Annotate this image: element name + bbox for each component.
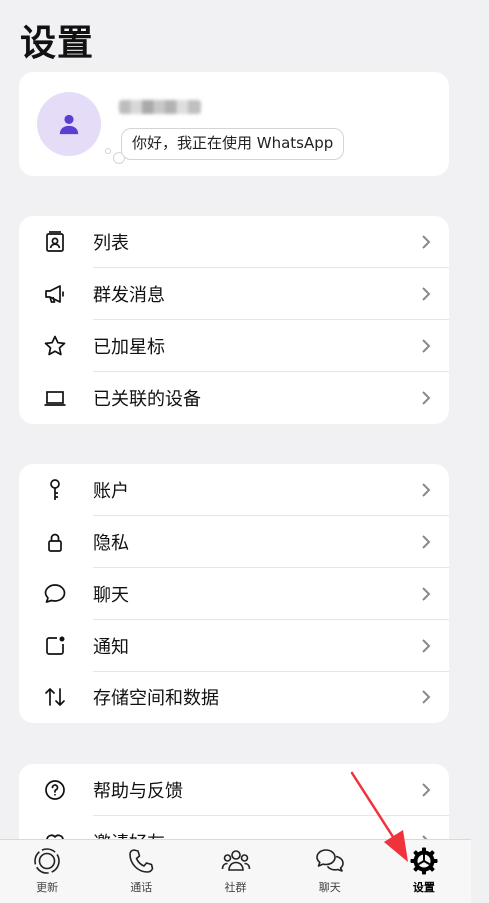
profile-card[interactable]: 你好，我正在使用 WhatsApp [19, 72, 449, 176]
storage-arrows-icon [45, 688, 65, 706]
community-icon [221, 850, 250, 871]
chevron-right-icon [422, 639, 431, 653]
tab-updates[interactable]: 更新 [0, 840, 94, 903]
settings-item-label: 帮助与反馈 [93, 781, 183, 802]
chevron-right-icon [422, 235, 431, 249]
page-title: 设置 [20, 23, 95, 64]
chats-icon [315, 849, 344, 872]
settings-item-label: 已加星标 [93, 337, 165, 358]
profile-name-blurred [119, 100, 201, 114]
settings-item-notifications[interactable]: 通知 [19, 620, 449, 672]
chat-bubble-icon [44, 584, 66, 603]
laptop-icon [44, 391, 66, 406]
chevron-right-icon [422, 690, 431, 704]
settings-item-label: 通知 [93, 637, 129, 658]
settings-item-label: 群发消息 [93, 285, 165, 306]
thought-dot-small [105, 148, 111, 154]
key-icon [50, 479, 60, 500]
lock-icon [48, 533, 62, 552]
bottom-tab-bar: 更新 通话 社群 聊天 设置 [0, 839, 471, 903]
avatar[interactable] [37, 92, 101, 156]
tab-communities[interactable]: 社群 [188, 840, 282, 903]
tab-label: 社群 [224, 881, 247, 894]
notification-icon [46, 636, 65, 655]
help-icon [45, 780, 65, 800]
chevron-right-icon [422, 535, 431, 549]
megaphone-icon [45, 285, 64, 303]
settings-group-1: 列表 群发消息 已加星标 已关联的设备 [19, 216, 449, 424]
settings-item-starred[interactable]: 已加星标 [19, 320, 449, 372]
settings-group-2: 账户 隐私 聊天 通知 存储空间和数据 [19, 464, 449, 723]
star-icon [44, 335, 66, 356]
settings-item-label: 聊天 [93, 585, 129, 606]
tab-settings[interactable]: 设置 [377, 840, 471, 903]
right-edge-strip [471, 0, 489, 903]
tab-chats[interactable]: 聊天 [283, 840, 377, 903]
person-icon [59, 114, 79, 135]
chevron-right-icon [422, 391, 431, 405]
tab-label: 聊天 [318, 881, 341, 894]
tab-label: 通话 [130, 881, 153, 894]
phone-icon [129, 849, 154, 873]
tab-calls[interactable]: 通话 [94, 840, 188, 903]
settings-gear-icon [410, 847, 438, 875]
tab-label: 更新 [36, 881, 59, 894]
chevron-right-icon [422, 287, 431, 301]
settings-item-label: 已关联的设备 [93, 389, 201, 410]
tab-label: 设置 [412, 881, 435, 894]
settings-item-help[interactable]: 帮助与反馈 [19, 764, 449, 816]
contact-list-icon [46, 231, 64, 252]
settings-item-account[interactable]: 账户 [19, 464, 449, 516]
settings-item-label: 账户 [93, 481, 129, 502]
settings-item-label: 列表 [93, 233, 129, 254]
settings-item-broadcast[interactable]: 群发消息 [19, 268, 449, 320]
settings-item-chats[interactable]: 聊天 [19, 568, 449, 620]
chevron-right-icon [422, 339, 431, 353]
chevron-right-icon [422, 483, 431, 497]
settings-item-label: 存储空间和数据 [93, 688, 219, 709]
profile-status[interactable]: 你好，我正在使用 WhatsApp [121, 128, 345, 160]
settings-item-label: 隐私 [93, 533, 129, 554]
chevron-right-icon [422, 587, 431, 601]
settings-item-linked-devices[interactable]: 已关联的设备 [19, 372, 449, 424]
settings-item-storage[interactable]: 存储空间和数据 [19, 671, 449, 723]
settings-item-privacy[interactable]: 隐私 [19, 516, 449, 568]
chevron-right-icon [422, 783, 431, 797]
updates-icon [34, 848, 60, 874]
settings-item-lists[interactable]: 列表 [19, 216, 449, 268]
